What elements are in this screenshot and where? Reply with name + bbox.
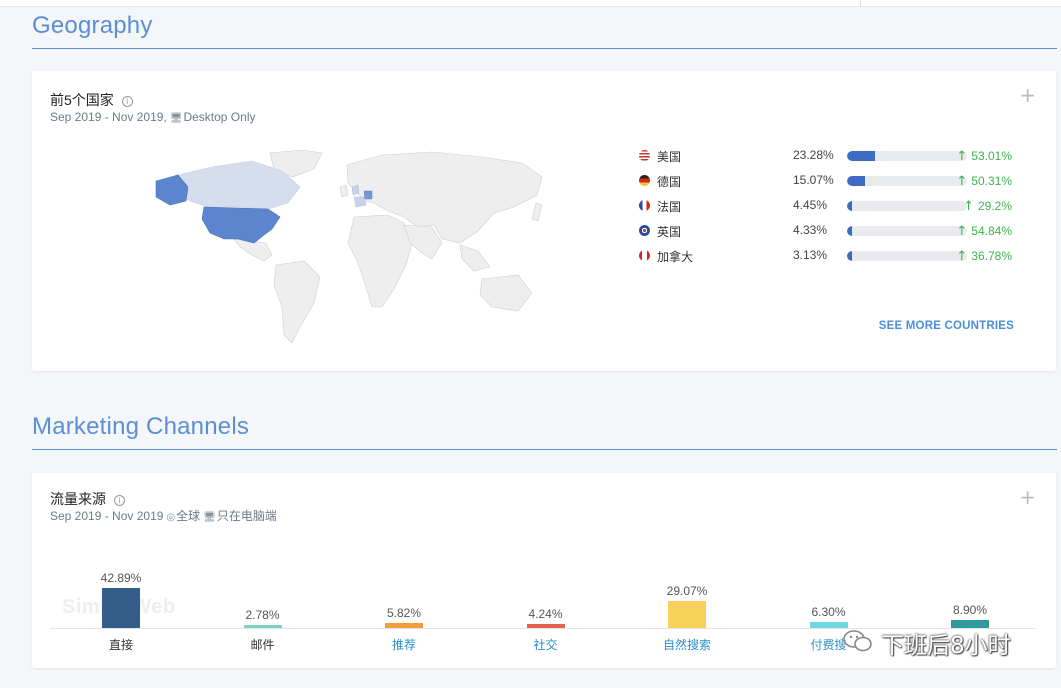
- channel-value-label: 5.82%: [386, 605, 422, 620]
- top-divider: [860, 0, 861, 7]
- country-share: 3.13%: [793, 248, 828, 262]
- country-change: ↑ 50.31%: [956, 174, 1012, 189]
- country-name[interactable]: 美国: [657, 148, 681, 165]
- channel-value-label: 6.30%: [811, 605, 846, 620]
- country-share: 4.33%: [793, 223, 828, 237]
- country-row[interactable]: 法国 4.45% ↑ 29.2%: [637, 196, 1037, 216]
- channel-category-label: 直接: [108, 638, 133, 652]
- country-name[interactable]: 德国: [657, 173, 681, 190]
- country-share-bar: [847, 226, 967, 236]
- channel-category-label[interactable]: 推荐: [359, 636, 449, 653]
- channel-value-label: 4.24%: [528, 607, 563, 622]
- map-uk: [351, 184, 360, 196]
- channel-bar[interactable]: [102, 588, 140, 628]
- arrow-up-icon: ↑: [956, 149, 968, 164]
- globe-icon: ◎: [166, 512, 176, 523]
- card-subtitle: Sep 2019 - Nov 2019 ◎全球 🖥只在电脑端: [50, 507, 277, 524]
- channel-value-label: 8.90%: [952, 602, 988, 617]
- add-icon[interactable]: +: [1019, 487, 1036, 507]
- channel-category-label[interactable]: 自然搜索: [642, 636, 732, 653]
- country-name[interactable]: 加拿大: [657, 248, 693, 265]
- channel-value-label: 2.78%: [245, 608, 280, 622]
- map-germany: [363, 190, 373, 200]
- top-countries-title: 前5个国家: [50, 92, 114, 108]
- channel-bar[interactable]: [526, 624, 565, 628]
- country-change-value: 36.78%: [971, 249, 1012, 263]
- flag-us-icon: [639, 150, 650, 161]
- country-row[interactable]: 英国 4.33% ↑ 54.84%: [637, 221, 1037, 241]
- map-usa: [201, 206, 281, 244]
- channel-bar[interactable]: [809, 622, 848, 628]
- country-share-bar-fill: [847, 201, 853, 211]
- traffic-sources-title: 流量来源: [50, 491, 106, 507]
- flag-fr-icon: [639, 200, 650, 211]
- country-share: 4.45%: [793, 198, 828, 212]
- arrow-up-icon: ↑: [963, 199, 974, 214]
- flag-ca-icon: [639, 250, 650, 261]
- top-countries-card: 前5个国家 i Sep 2019 - Nov 2019, 🖥Desktop Only…: [32, 71, 1056, 371]
- country-change-value: 53.01%: [971, 149, 1012, 163]
- world-map: [155, 149, 543, 344]
- country-change-value: 54.84%: [971, 224, 1012, 238]
- country-share-bar: [847, 251, 967, 261]
- country-row[interactable]: 加拿大 3.13% ↑ 36.78%: [637, 246, 1037, 266]
- marketing-section-title: Marketing Channels: [32, 413, 250, 440]
- country-name[interactable]: 英国: [657, 223, 681, 240]
- see-more-countries-link[interactable]: SEE MORE COUNTRIES: [879, 320, 1014, 332]
- country-change: ↑ 29.2%: [963, 199, 1012, 214]
- device-note: 只在电脑端: [216, 509, 277, 523]
- top-bar: [0, 0, 1061, 7]
- arrow-up-icon: ↑: [956, 224, 968, 239]
- date-range: Sep 2019 - Nov 2019,: [50, 110, 167, 124]
- wechat-overlay: 下班后8小时: [843, 624, 1023, 659]
- country-change-value: 50.31%: [971, 174, 1012, 188]
- arrow-up-icon: ↑: [956, 174, 968, 189]
- channel-category-label[interactable]: 社交: [501, 636, 591, 653]
- geography-section-title: Geography: [32, 12, 153, 39]
- country-share-bar-fill: [847, 251, 852, 261]
- card-title-row: 前5个国家 i: [50, 90, 133, 110]
- arrow-up-icon: ↑: [956, 249, 968, 264]
- card-title-row: 流量来源 i: [50, 489, 125, 509]
- geography-rule: [32, 48, 1057, 49]
- info-icon[interactable]: i: [114, 495, 125, 506]
- country-share: 15.07%: [793, 173, 834, 187]
- country-share-bar-fill: [847, 226, 853, 236]
- date-range: Sep 2019 - Nov 2019: [50, 509, 164, 523]
- country-share-bar: [847, 201, 967, 211]
- country-row[interactable]: 德国 15.07% ↑ 50.31%: [637, 171, 1037, 191]
- country-share-bar-fill: [847, 176, 866, 186]
- country-share-bar: [847, 176, 967, 186]
- country-change: ↑ 36.78%: [956, 249, 1012, 264]
- marketing-rule: [32, 449, 1057, 450]
- desktop-icon: 🖥: [169, 113, 183, 124]
- country-share-bar: [847, 151, 967, 161]
- desktop-icon: 🖥: [203, 512, 216, 523]
- scope: 全球: [176, 509, 201, 523]
- flag-gb-icon: [639, 225, 650, 236]
- country-change: ↑ 53.01%: [956, 149, 1012, 164]
- map-france: [353, 196, 367, 208]
- country-row[interactable]: 美国 23.28% ↑ 53.01%: [637, 146, 1037, 166]
- country-share: 23.28%: [793, 148, 834, 162]
- country-change: ↑ 54.84%: [956, 224, 1012, 239]
- channel-value-label: 42.89%: [100, 571, 142, 585]
- country-change-value: 29.2%: [977, 199, 1012, 213]
- country-share-bar-fill: [847, 151, 875, 161]
- channel-bar[interactable]: [385, 622, 423, 628]
- card-subtitle: Sep 2019 - Nov 2019, 🖥Desktop Only: [50, 110, 255, 124]
- flag-de-icon: [639, 175, 650, 186]
- channel-bar[interactable]: [668, 600, 706, 628]
- channel-category-label: 邮件: [250, 638, 275, 652]
- add-icon[interactable]: +: [1019, 85, 1036, 105]
- country-name[interactable]: 法国: [657, 198, 681, 215]
- wechat-caption: 下班后8小时: [881, 633, 1011, 659]
- device-note: Desktop Only: [183, 110, 256, 124]
- channel-bar[interactable]: [243, 625, 282, 628]
- channel-value-label: 29.07%: [666, 583, 708, 598]
- wechat-icon: [843, 630, 872, 652]
- info-icon[interactable]: i: [121, 96, 133, 107]
